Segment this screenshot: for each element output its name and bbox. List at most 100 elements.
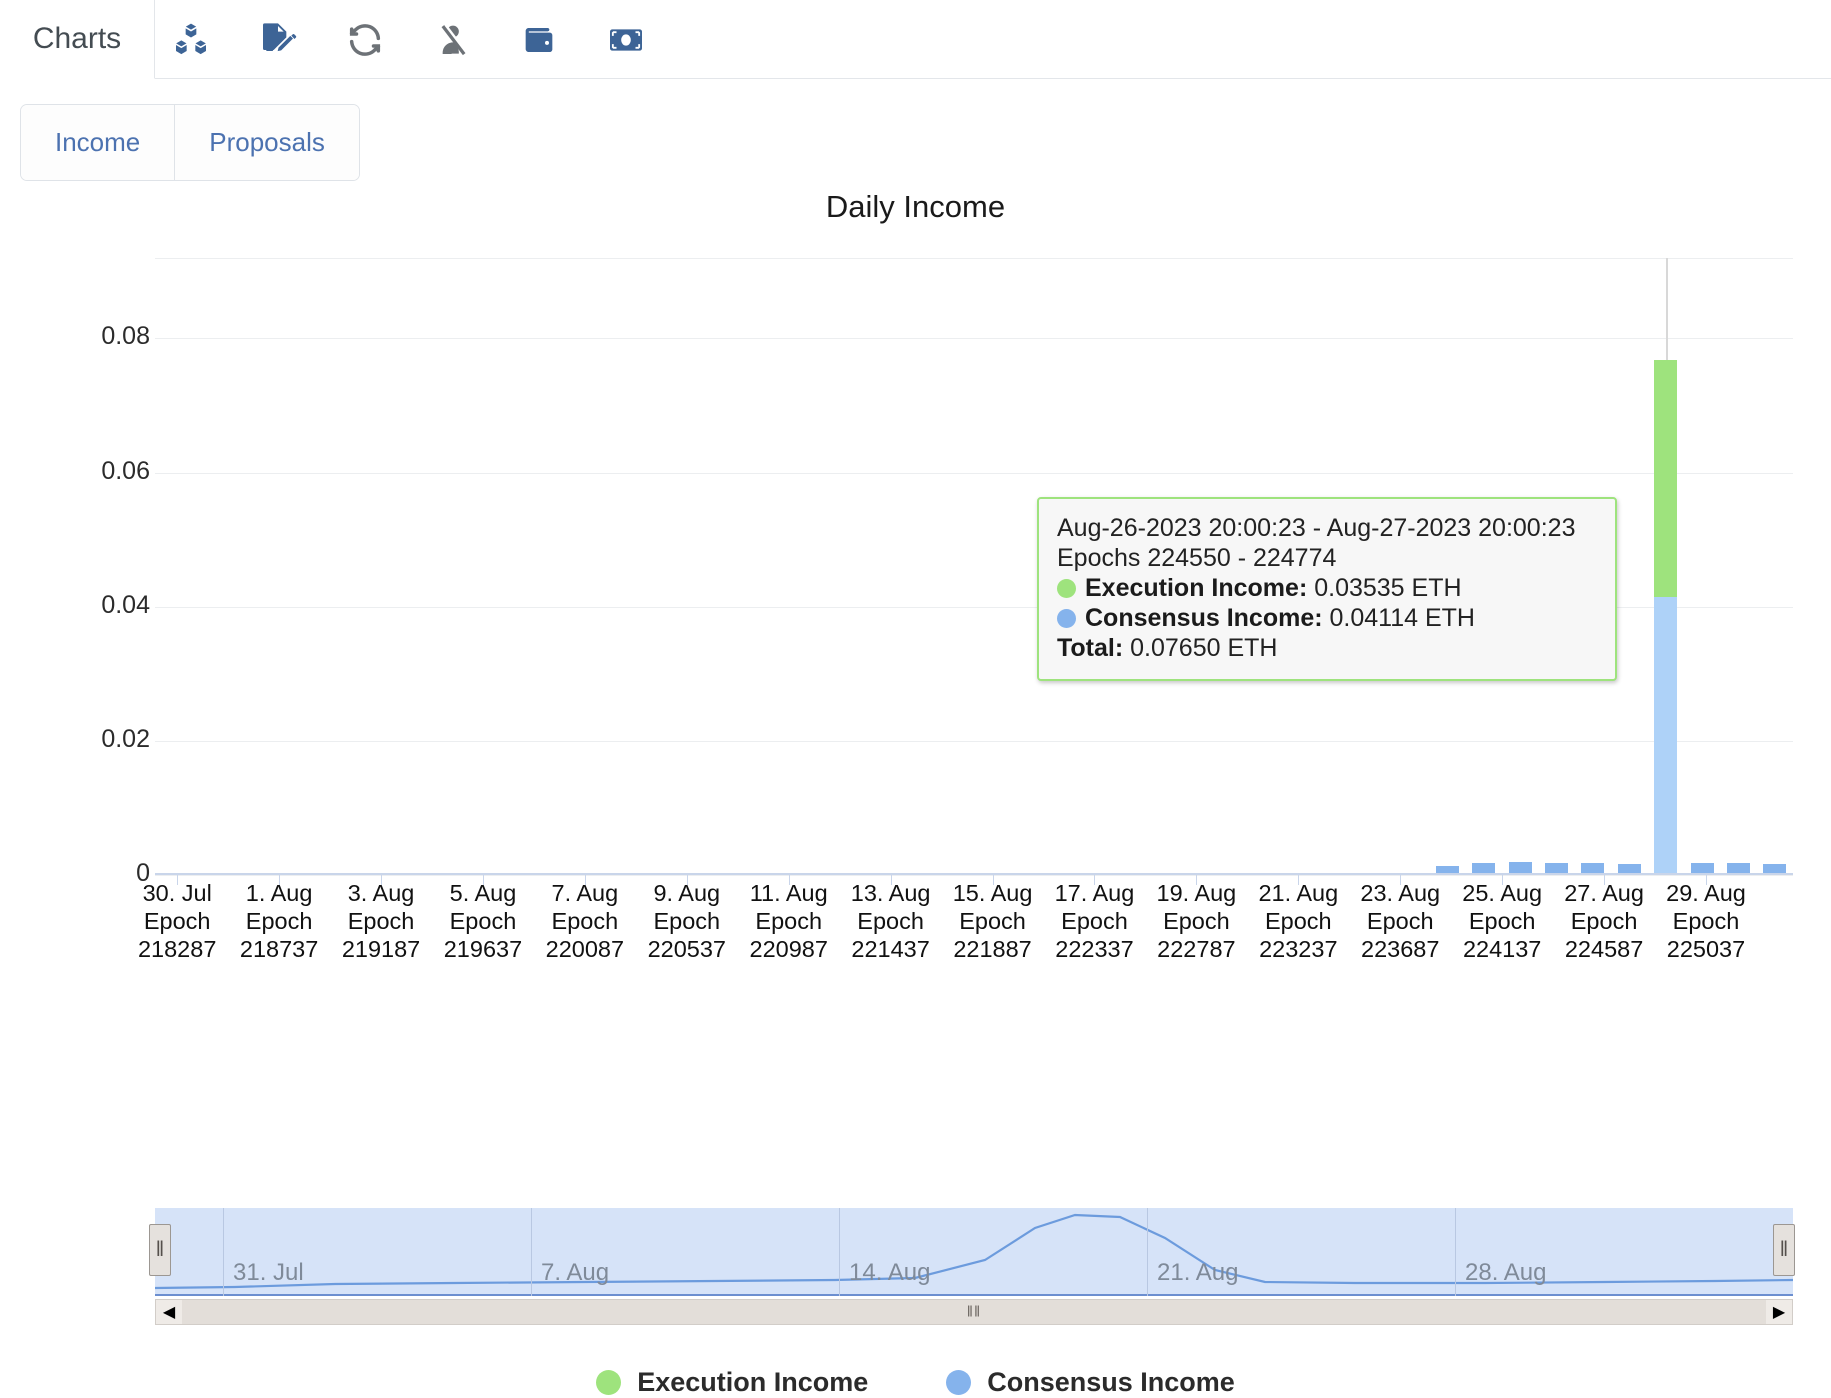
x-axis-tick-mark — [482, 875, 484, 885]
bar-segment-consensus — [1618, 863, 1641, 873]
tab-proposals[interactable]: Proposals — [174, 105, 359, 180]
scrollbar-left-arrow-glyph: ◀ — [162, 1304, 176, 1321]
bar-segment-consensus — [1763, 863, 1786, 873]
chart-bar[interactable] — [1763, 863, 1786, 873]
top-navigation-bar: Charts — [0, 0, 1831, 79]
bar-segment-consensus — [1691, 863, 1714, 873]
horizontal-scrollbar[interactable]: ◀ ‖‖ ▶ — [155, 1299, 1793, 1325]
sync-icon[interactable] — [344, 19, 386, 61]
x-axis-tick-label: 13. Aug Epoch 221437 — [850, 880, 931, 962]
bar-segment-consensus — [1727, 862, 1750, 873]
x-axis-tick-label: 17. Aug Epoch 222337 — [1054, 880, 1135, 962]
chart-title: Daily Income — [825, 189, 1006, 224]
scrollbar-left-arrow-icon[interactable]: ◀ — [156, 1300, 182, 1324]
navigator-tick-label: 14. Aug — [849, 1259, 931, 1286]
chart-bar[interactable] — [1472, 863, 1495, 873]
chart-legend: Execution Income Consensus Income — [0, 1367, 1831, 1398]
navigator-right-handle-grip: ‖ — [1779, 1238, 1789, 1261]
legend-item-consensus-income[interactable]: Consensus Income — [946, 1367, 1235, 1398]
y-axis-tick-labels: 0 0.02 0.04 0.06 0.08 — [0, 258, 150, 887]
scrollbar-right-arrow-glyph: ▶ — [1772, 1304, 1786, 1321]
tooltip-execution-row: Execution Income: 0.03535 ETH — [1057, 573, 1597, 603]
bar-segment-consensus — [1509, 862, 1532, 873]
navigator-right-handle[interactable]: ‖ — [1773, 1224, 1795, 1276]
x-axis-tick-mark — [1706, 875, 1707, 885]
navigator-divider — [1147, 1208, 1148, 1296]
navigator-tick-label: 21. Aug — [1157, 1259, 1239, 1286]
bar-segment-consensus — [1472, 863, 1495, 873]
x-axis-line — [155, 873, 1793, 875]
x-axis-tick-label: 23. Aug Epoch 223687 — [1360, 880, 1441, 962]
x-axis-tick-label: 15. Aug Epoch 221887 — [952, 880, 1033, 962]
x-axis-tick-label: 25. Aug Epoch 224137 — [1462, 880, 1543, 962]
tooltip-execution-dot-icon — [1057, 579, 1076, 598]
x-axis-tick-label: 9. Aug Epoch 220537 — [647, 880, 726, 962]
tooltip-epochs: Epochs 224550 - 224774 — [1057, 544, 1337, 572]
attestations-icon[interactable] — [257, 19, 299, 61]
x-axis-tick-mark — [1400, 875, 1402, 885]
daily-income-chart: Daily Income Income [ETH] 00.020.040.060… — [0, 175, 1831, 1397]
scrollbar-grip-icon[interactable]: ‖‖ — [967, 1304, 981, 1321]
blocks-icon[interactable] — [170, 19, 212, 61]
x-axis-tick-mark — [788, 875, 790, 885]
x-axis-tick-label: 19. Aug Epoch 222787 — [1156, 880, 1237, 962]
legend-consensus-dot-icon — [946, 1370, 972, 1395]
bar-segment-consensus — [1436, 866, 1459, 873]
chart-bar[interactable] — [1545, 862, 1568, 873]
navigator-left-handle-grip: ‖ — [155, 1238, 165, 1261]
navigator-track[interactable]: ‖ ‖ 31. Jul 7. Aug 14. Aug 21. Aug 28. Aug — [149, 1208, 1795, 1296]
chart-bar[interactable] — [1436, 866, 1459, 873]
x-axis-tick-mark — [686, 875, 688, 885]
tooltip-date-range: Aug-26-2023 20:00:23 - Aug-27-2023 20:00… — [1057, 514, 1576, 542]
navigator-divider — [1455, 1208, 1456, 1296]
chart-bar[interactable] — [1654, 360, 1677, 873]
tooltip-consensus-dot-icon — [1057, 609, 1076, 628]
x-axis-tick-mark — [890, 875, 892, 885]
deposits-icon[interactable] — [518, 19, 560, 61]
tooltip-total-label: Total: — [1057, 634, 1124, 662]
x-axis-tick-label: 30. Jul Epoch 218287 — [137, 880, 217, 962]
x-axis-tick-mark — [177, 875, 179, 885]
x-axis-tick-label: 7. Aug Epoch 220087 — [545, 880, 625, 962]
x-axis-tick-mark — [1502, 875, 1504, 885]
chart-bar[interactable] — [1618, 863, 1641, 873]
x-axis-tick-mark — [584, 875, 586, 885]
brand-tab-charts[interactable]: Charts — [0, 0, 155, 79]
chart-tooltip: Aug-26-2023 20:00:23 - Aug-27-2023 20:00… — [1037, 497, 1617, 681]
legend-item-execution-income[interactable]: Execution Income — [596, 1367, 868, 1398]
chart-bar[interactable] — [1727, 862, 1750, 873]
range-navigator[interactable]: ‖ ‖ 31. Jul 7. Aug 14. Aug 21. Aug 28. Aug — [149, 1208, 1795, 1296]
x-axis-tick-mark — [1094, 875, 1096, 885]
legend-consensus-label: Consensus Income — [987, 1367, 1235, 1397]
tooltip-execution-label: Execution Income: — [1085, 574, 1308, 602]
income-icon[interactable] — [605, 19, 647, 61]
legend-execution-label: Execution Income — [637, 1367, 869, 1397]
x-axis-tick-mark — [381, 875, 383, 885]
navigator-tick-label: 31. Jul — [233, 1259, 304, 1286]
x-axis-tick-mark — [1604, 875, 1606, 885]
navigator-tick-label: 28. Aug — [1465, 1259, 1547, 1286]
scrollbar-right-arrow-icon[interactable]: ▶ — [1766, 1300, 1792, 1324]
navigator-divider — [223, 1208, 224, 1296]
y-axis-tick-label: 0.06 — [101, 456, 150, 485]
y-axis-tick-label: 0.04 — [101, 590, 150, 619]
bar-segment-execution — [1654, 360, 1677, 598]
navigator-left-handle[interactable]: ‖ — [149, 1224, 171, 1276]
chart-bar[interactable] — [1581, 862, 1604, 873]
y-axis-tick-label: 0.08 — [101, 322, 150, 351]
navigator-divider — [531, 1208, 532, 1296]
chart-bar[interactable] — [1691, 863, 1714, 873]
y-axis-tick-label: 0.02 — [101, 724, 150, 753]
gridline — [155, 875, 1793, 876]
x-axis-tick-label: 3. Aug Epoch 219187 — [341, 880, 421, 962]
tab-income[interactable]: Income — [21, 105, 175, 180]
x-axis-tick-mark — [1298, 875, 1300, 885]
bar-segment-consensus — [1581, 862, 1604, 873]
legend-execution-dot-icon — [596, 1370, 622, 1395]
chart-bar[interactable] — [1509, 862, 1532, 873]
bar-segment-consensus — [1654, 597, 1677, 873]
x-axis-tick-label: 29. Aug Epoch 225037 — [1666, 880, 1746, 962]
x-axis-tick-label: 21. Aug Epoch 223237 — [1258, 880, 1339, 962]
tooltip-execution-value: 0.03535 ETH — [1314, 574, 1462, 602]
slashings-icon[interactable] — [431, 19, 473, 61]
